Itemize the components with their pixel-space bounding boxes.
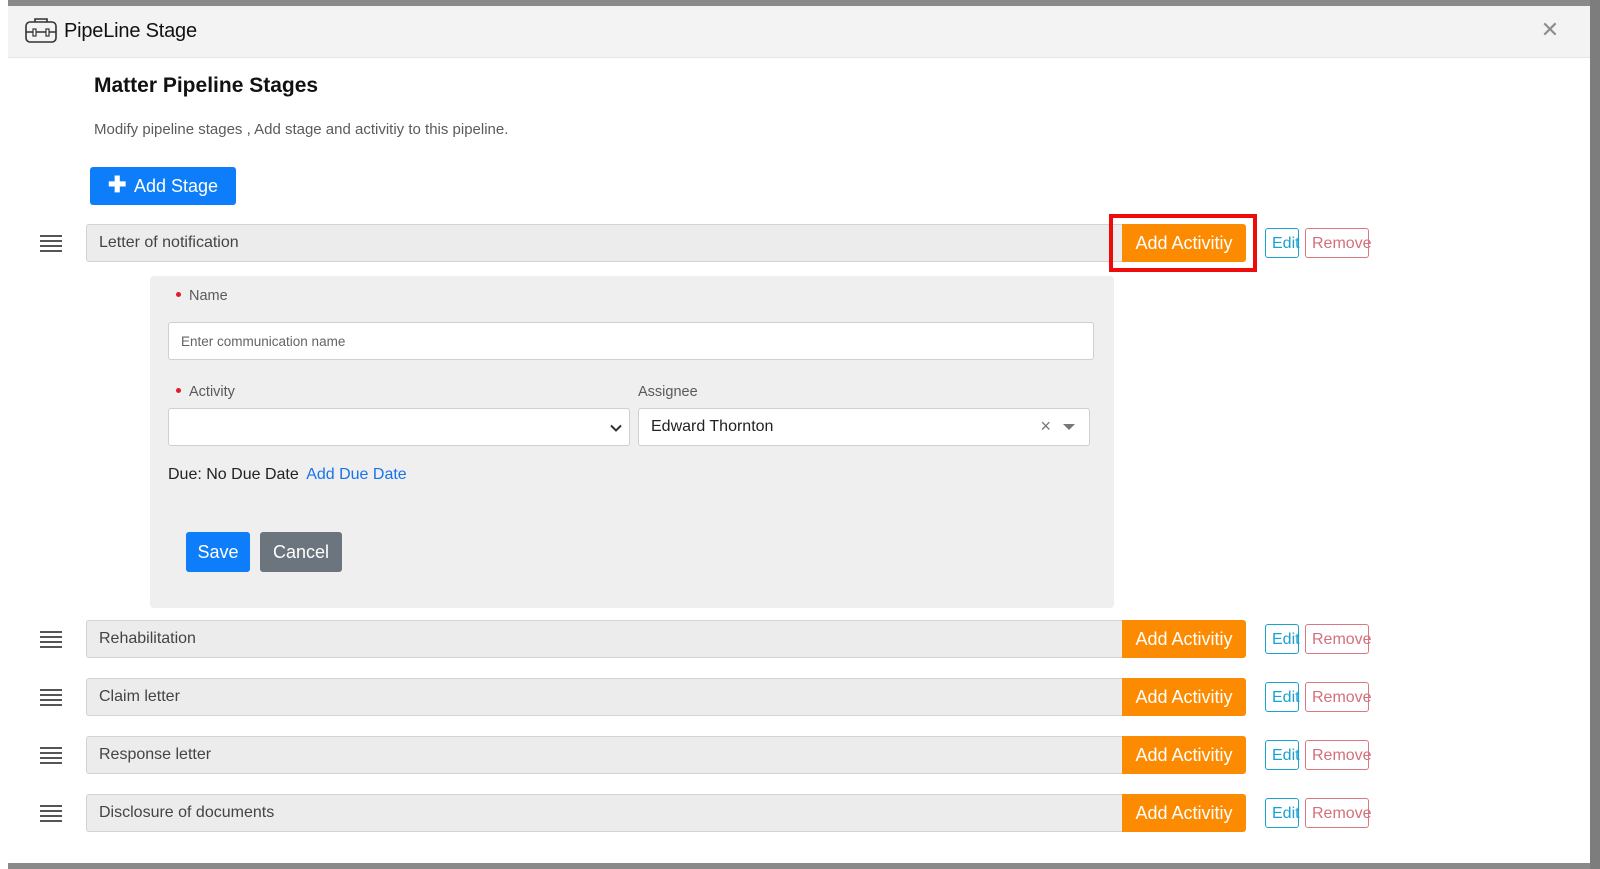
backdrop	[0, 0, 8, 869]
add-stage-label: Add Stage	[134, 175, 219, 196]
assignee-label: Assignee	[638, 384, 698, 400]
stage-row: Response letter Add Activitiy Edit Remov…	[8, 736, 1590, 774]
edit-stage-button[interactable]: Edit	[1265, 624, 1300, 654]
pipeline-toolbox-icon	[25, 18, 57, 43]
plus-icon: ✚	[108, 172, 127, 197]
close-icon[interactable]: ✕	[1538, 18, 1562, 42]
edit-stage-button[interactable]: Edit	[1265, 682, 1300, 712]
save-button[interactable]: Save	[186, 532, 250, 572]
drag-handle-icon[interactable]	[40, 235, 62, 252]
add-activity-button[interactable]: Add Activitiy	[1122, 224, 1246, 262]
caret-down-icon[interactable]	[1063, 424, 1075, 430]
backdrop-right-edge	[1590, 0, 1600, 869]
required-indicator	[176, 291, 181, 297]
clear-icon[interactable]: ×	[1040, 409, 1051, 443]
stage-row: Claim letter Add Activitiy Edit Remove	[8, 678, 1590, 716]
communication-name-input[interactable]	[168, 322, 1094, 360]
activity-label: Activity	[176, 384, 235, 400]
remove-stage-button[interactable]: Remove	[1305, 228, 1372, 258]
name-label: Name	[176, 288, 228, 304]
drag-handle-icon[interactable]	[40, 689, 62, 706]
modal-header: PipeLine Stage ✕	[8, 6, 1590, 58]
pipeline-stage-modal: PipeLine Stage ✕ Matter Pipeline Stages …	[8, 6, 1590, 863]
stage-row: Disclosure of documents Add Activitiy Ed…	[8, 794, 1590, 832]
cancel-button[interactable]: Cancel	[260, 532, 342, 572]
due-date-row: Due: No Due Date Add Due Date	[168, 466, 407, 484]
drag-handle-icon[interactable]	[40, 805, 62, 822]
remove-stage-button[interactable]: Remove	[1305, 624, 1372, 654]
drag-handle-icon[interactable]	[40, 631, 62, 648]
add-activity-button[interactable]: Add Activitiy	[1122, 736, 1246, 774]
remove-stage-button[interactable]: Remove	[1305, 682, 1372, 712]
stage-name: Response letter	[86, 736, 1122, 774]
due-text: Due: No Due Date	[168, 466, 299, 483]
remove-stage-button[interactable]: Remove	[1305, 798, 1372, 828]
stage-name: Rehabilitation	[86, 620, 1122, 658]
edit-stage-button[interactable]: Edit	[1265, 798, 1300, 828]
add-activity-form: Name Activity Assignee Edward Thornton ×…	[150, 276, 1114, 608]
edit-stage-button[interactable]: Edit	[1265, 740, 1300, 770]
assignee-select[interactable]: Edward Thornton ×	[638, 408, 1090, 446]
add-activity-button[interactable]: Add Activitiy	[1122, 794, 1246, 832]
edit-stage-button[interactable]: Edit	[1265, 228, 1300, 258]
remove-stage-button[interactable]: Remove	[1305, 740, 1372, 770]
section-title: Matter Pipeline Stages	[94, 74, 319, 97]
stage-name: Letter of notification	[86, 224, 1122, 262]
required-indicator	[176, 387, 181, 393]
activity-select[interactable]	[168, 408, 630, 446]
chevron-down-icon	[610, 424, 622, 432]
modal-title: PipeLine Stage	[64, 20, 197, 42]
stage-row: Rehabilitation Add Activitiy Edit Remove	[8, 620, 1590, 658]
add-activity-button[interactable]: Add Activitiy	[1122, 620, 1246, 658]
add-activity-button[interactable]: Add Activitiy	[1122, 678, 1246, 716]
add-stage-button[interactable]: ✚ Add Stage	[90, 167, 236, 205]
section-subtitle: Modify pipeline stages , Add stage and a…	[94, 121, 509, 138]
stage-row: Letter of notification Add Activitiy Edi…	[8, 214, 1590, 272]
assignee-value: Edward Thornton	[651, 418, 774, 435]
drag-handle-icon[interactable]	[40, 747, 62, 764]
stage-name: Disclosure of documents	[86, 794, 1122, 832]
add-due-date-link[interactable]: Add Due Date	[306, 466, 407, 483]
stage-name: Claim letter	[86, 678, 1122, 716]
